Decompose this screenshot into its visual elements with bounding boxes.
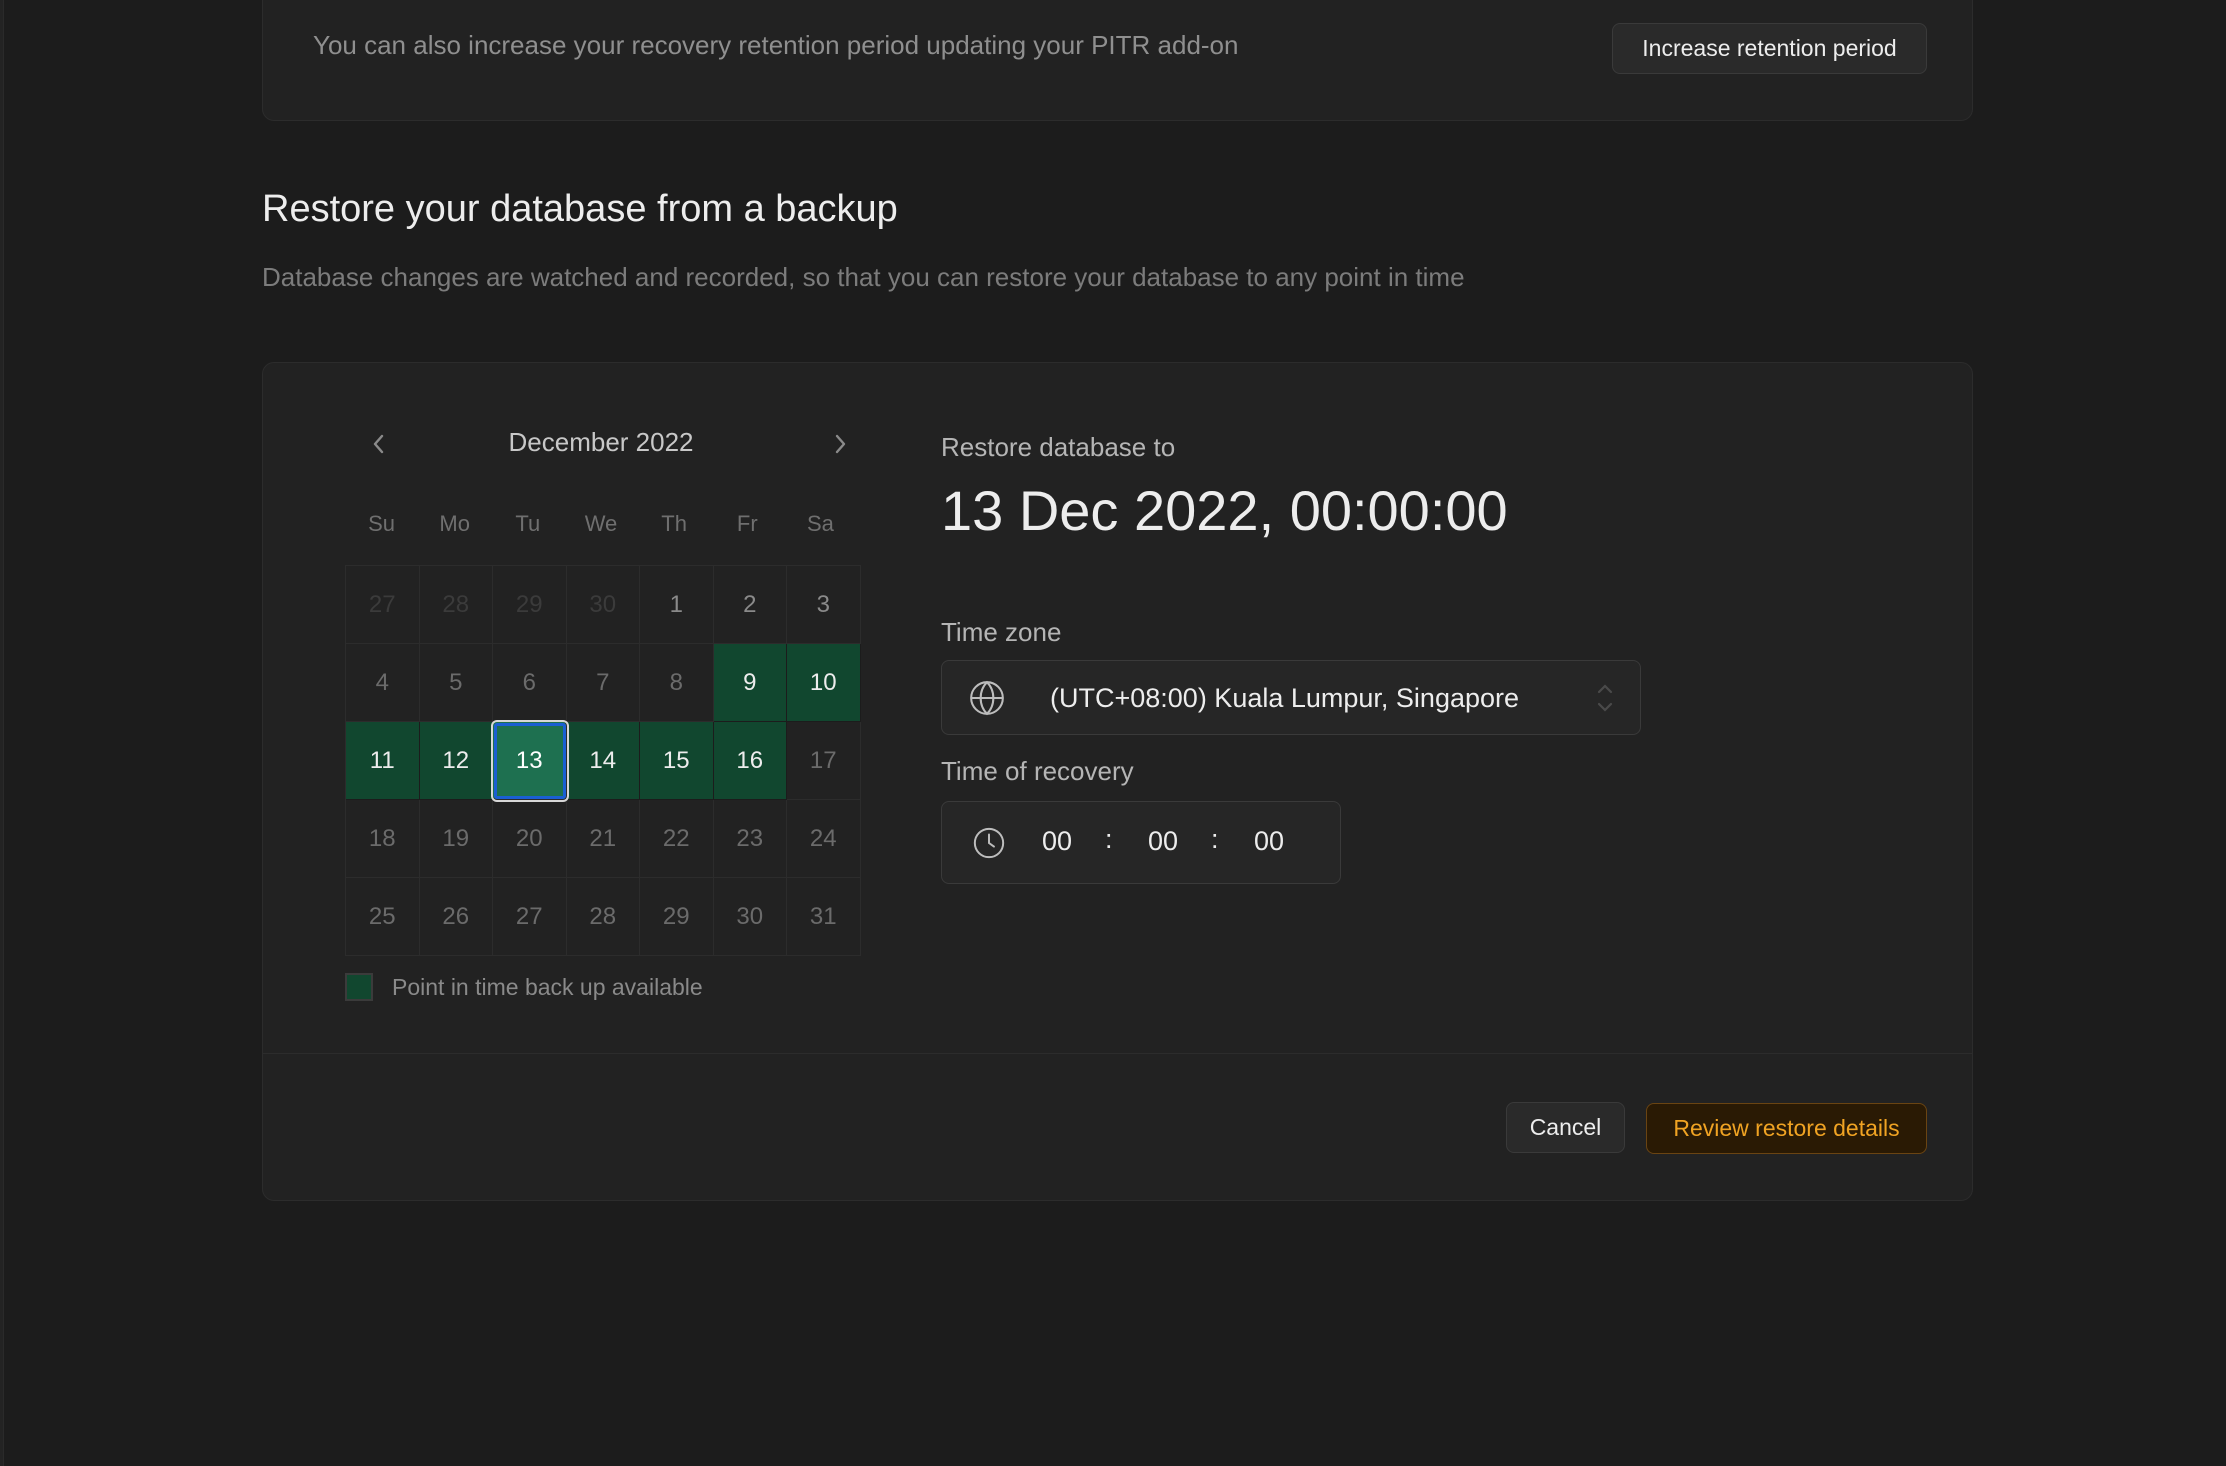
retention-info-text: You can also increase your recovery rete… (313, 30, 1239, 60)
calendar-day[interactable]: 28 (566, 878, 640, 956)
restore-to-label: Restore database to (941, 432, 1176, 462)
legend-swatch (345, 973, 373, 1001)
calendar-day[interactable]: 20 (493, 800, 567, 878)
chevron-up-down-icon (1597, 684, 1613, 712)
calendar-day[interactable]: 8 (640, 644, 714, 722)
legend-label: Point in time back up available (392, 973, 703, 1000)
calendar-day[interactable]: 2 (713, 566, 787, 644)
calendar-day[interactable]: 30 (566, 566, 640, 644)
calendar-day[interactable]: 17 (787, 722, 861, 800)
weekday-label: Tu (515, 511, 541, 536)
calendar-day[interactable]: 23 (713, 800, 787, 878)
calendar-day[interactable]: 5 (419, 644, 493, 722)
next-month-button[interactable] (826, 429, 856, 459)
weekday-label: Mo (439, 511, 470, 536)
calendar-day[interactable]: 29 (640, 878, 714, 956)
retention-info-card: You can also increase your recovery rete… (262, 0, 1973, 121)
calendar-legend: Point in time back up available (345, 973, 703, 1001)
weekday-label: Sa (806, 511, 834, 536)
review-restore-button[interactable]: Review restore details (1646, 1103, 1927, 1154)
calendar-day[interactable]: 7 (566, 644, 640, 722)
calendar-day[interactable]: 9 (713, 644, 787, 722)
card-divider (263, 1053, 1972, 1054)
hours-input[interactable] (1032, 826, 1082, 857)
calendar-day[interactable]: 15 (640, 722, 714, 800)
calendar-day[interactable]: 12 (419, 722, 493, 800)
timezone-select[interactable]: (UTC+08:00) Kuala Lumpur, Singapore (941, 660, 1641, 735)
timezone-value: (UTC+08:00) Kuala Lumpur, Singapore (1050, 683, 1520, 713)
clock-icon (973, 827, 1005, 859)
calendar-day[interactable]: 27 (346, 566, 420, 644)
calendar-day[interactable]: 29 (493, 566, 567, 644)
calendar-day[interactable]: 11 (346, 722, 420, 800)
weekday-label: We (584, 511, 618, 536)
restore-to-value: 13 Dec 2022, 00:00:00 (941, 479, 1508, 542)
cancel-button[interactable]: Cancel (1506, 1102, 1625, 1153)
calendar-day[interactable]: 3 (787, 566, 861, 644)
restore-card: December 2022 Su Mo Tu We Th Fr Sa 27 28 2… (262, 362, 1973, 1201)
weekday-header: Su Mo Tu We Th Fr Sa (345, 511, 857, 537)
calendar-day[interactable]: 19 (419, 800, 493, 878)
time-separator: : (1105, 824, 1113, 854)
time-separator: : (1211, 824, 1219, 854)
calendar-day[interactable]: 1 (640, 566, 714, 644)
calendar-day[interactable]: 22 (640, 800, 714, 878)
calendar-day[interactable]: 21 (566, 800, 640, 878)
calendar-day[interactable]: 24 (787, 800, 861, 878)
calendar-day[interactable]: 25 (346, 878, 420, 956)
time-of-recovery-input: : : (941, 801, 1341, 884)
calendar-day[interactable]: 6 (493, 644, 567, 722)
calendar-day[interactable]: 4 (346, 644, 420, 722)
seconds-input[interactable] (1244, 826, 1294, 857)
calendar-day[interactable]: 26 (419, 878, 493, 956)
chevron-right-icon (835, 434, 846, 454)
calendar-day[interactable]: 14 (566, 722, 640, 800)
weekday-label: Fr (736, 511, 758, 536)
calendar-month-label: December 2022 (508, 427, 694, 457)
section-description: Database changes are watched and recorde… (262, 262, 1465, 292)
calendar-day[interactable]: 27 (493, 878, 567, 956)
calendar-day[interactable]: 30 (713, 878, 787, 956)
calendar-day[interactable]: 28 (419, 566, 493, 644)
calendar-grid: 27 28 29 30 1 2 3 4 5 6 7 8 9 10 11 12 13 14 15 16 17 18 19 20 2… (345, 565, 861, 956)
calendar-day[interactable]: 31 (787, 878, 861, 956)
calendar-day-selected[interactable]: 13 (493, 722, 567, 800)
weekday-label: Su (368, 511, 396, 536)
timezone-label: Time zone (941, 617, 1062, 647)
section-title: Restore your database from a backup (262, 188, 898, 230)
time-of-recovery-label: Time of recovery (941, 756, 1134, 786)
calendar-day[interactable]: 18 (346, 800, 420, 878)
increase-retention-button[interactable]: Increase retention period (1612, 23, 1927, 74)
calendar-day[interactable]: 10 (787, 644, 861, 722)
minutes-input[interactable] (1138, 826, 1188, 857)
sidebar-border (0, 0, 4, 1466)
weekday-label: Th (661, 511, 687, 536)
globe-icon (970, 680, 1004, 716)
calendar-day[interactable]: 16 (713, 722, 787, 800)
